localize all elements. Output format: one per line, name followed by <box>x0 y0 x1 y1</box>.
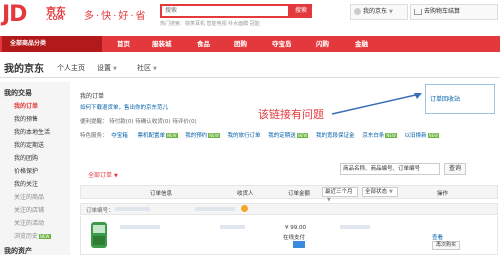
sidebar-item-follow-shops[interactable]: 关注的店铺 <box>14 205 44 214</box>
column-actions: 操作 <box>437 191 449 197</box>
subnav-settings-label: 设置 <box>97 64 111 72</box>
features-row: 特色服务： 夺宝箱 票机配置单 NEW 我的预约 NEW 我的旅行订单 我的定期送 N… <box>80 131 440 139</box>
payment-icon <box>293 241 305 248</box>
search-input[interactable] <box>162 6 288 16</box>
column-order-info: 订单信息 <box>150 191 173 197</box>
sidebar-item-scheduled[interactable]: 我的定期送 <box>14 140 44 149</box>
subnav-community-label: 社区 <box>137 64 151 72</box>
time-filter-value: 最近三个月 <box>325 189 353 195</box>
nav-item-flash[interactable]: 闪购 <box>316 36 329 52</box>
jd-logo[interactable]: JD 京东 .COM <box>2 2 82 27</box>
subnav-community[interactable]: 社区 ▼ <box>137 63 157 73</box>
nav-item-clothing[interactable]: 服装城 <box>152 36 172 52</box>
orders-title: 我的订单 <box>80 93 105 100</box>
time-filter-select[interactable]: 最近三个月▼ <box>322 187 358 203</box>
slogan: 多·快·好·省 <box>84 11 148 22</box>
order-amount: ¥ 99.00 <box>285 225 306 231</box>
column-amount: 订单金额 <box>288 191 311 197</box>
sidebar-item-price-protect[interactable]: 价格保护 <box>14 166 38 175</box>
annotation-arrow-icon <box>331 93 422 115</box>
user-icon <box>354 8 361 15</box>
order-search-input[interactable]: 商品名称、商品编号、订单编号 <box>340 163 440 175</box>
search-button[interactable]: 搜索 <box>290 4 312 18</box>
order-number-label: 订单编号： <box>86 208 114 214</box>
order-view-link[interactable]: 查看 <box>432 233 443 241</box>
sidebar-head-trade: 我的交易 <box>4 89 32 97</box>
new-badge: NEW <box>208 133 220 138</box>
my-jd-button[interactable]: 我的京东 ▼ <box>350 4 408 20</box>
feature-link[interactable]: 票机配置单 <box>138 133 166 139</box>
new-badge: NEW <box>385 133 397 138</box>
sidebar-item-follow-activities[interactable]: 关注的活动 <box>14 218 44 227</box>
new-badge: NEW <box>296 133 309 138</box>
sidebar-item-groupbuy[interactable]: 我的团购 <box>14 153 38 162</box>
order-recycle-bin-link[interactable]: 订单回收站 <box>430 94 460 103</box>
logo-com: .COM <box>46 15 64 22</box>
feature-link[interactable]: 我的预约 <box>185 133 207 139</box>
cart-icon <box>414 8 422 15</box>
status-filter-select[interactable]: 全部状态 ▼ <box>362 187 398 197</box>
subnav-settings[interactable]: 设置 ▼ <box>97 63 117 73</box>
feature-link[interactable]: 我的旅行订单 <box>228 133 261 139</box>
new-badge: NEW <box>427 133 440 138</box>
chevron-down-icon: ▼ <box>153 66 157 72</box>
hot-words[interactable]: 热门搜索：搞笑耳机 智能电视 补水面膜 冠能 <box>160 20 260 27</box>
nav-item-treasure[interactable]: 夺宝岛 <box>272 36 292 52</box>
orders-info-link[interactable]: 如何下载退货单，售出你的京东范儿 <box>80 103 168 111</box>
page-title: 我的京东 <box>4 64 44 75</box>
all-categories-button[interactable]: 全部商品分类 <box>2 36 102 52</box>
new-badge: NEW <box>39 234 51 239</box>
blurred-status <box>340 225 370 229</box>
feature-link[interactable]: 我的宽段保证金 <box>316 133 355 139</box>
sidebar-item-follow-products[interactable]: 关注的商品 <box>14 192 44 201</box>
cart-button[interactable]: 去购物车结算 <box>410 4 498 20</box>
features-label: 特色服务： <box>80 133 108 139</box>
nav-item-group[interactable]: 团购 <box>234 36 247 52</box>
feature-link[interactable]: 京东白条 <box>362 133 384 139</box>
buy-again-button[interactable]: 再次购买 <box>432 241 460 250</box>
payment-type: 在线支付 <box>283 235 306 241</box>
nav-item-home[interactable]: 首页 <box>117 36 130 52</box>
order-type-filter[interactable]: 全部订单 ▼ <box>88 170 118 179</box>
sidebar-item-follow[interactable]: 我的关注 <box>14 179 38 188</box>
chevron-down-icon: ▼ <box>389 189 393 195</box>
status-filter-value: 全部状态 <box>365 189 388 195</box>
blurred-recipient <box>220 225 245 229</box>
sidebar-head-assets: 我的资产 <box>4 247 32 255</box>
search-box[interactable] <box>160 4 290 18</box>
sidebar-item-presale[interactable]: 我的预售 <box>14 114 38 123</box>
blurred-product-name <box>120 225 160 229</box>
new-badge: NEW <box>166 133 178 138</box>
nav-item-food[interactable]: 食品 <box>197 36 210 52</box>
order-type-label: 全部订单 <box>88 172 113 179</box>
sidebar-item-history[interactable]: 浏览历史 NEW <box>14 231 51 240</box>
order-search-button[interactable]: 查询 <box>444 163 466 175</box>
cart-label: 去购物车结算 <box>424 8 461 15</box>
feature-link[interactable]: 夺宝箱 <box>111 133 128 139</box>
sidebar-item-history-label: 浏览历史 <box>14 233 39 240</box>
chevron-down-icon: ▼ <box>113 66 117 72</box>
subnav-home[interactable]: 个人主页 <box>57 63 85 73</box>
nav-item-finance[interactable]: 金融 <box>355 36 368 52</box>
chat-icon[interactable] <box>241 205 248 212</box>
chevron-down-icon: ▼ <box>389 9 393 15</box>
chevron-down-icon: ▼ <box>114 173 118 179</box>
column-recipient: 收货人 <box>237 191 254 197</box>
sidebar-item-local[interactable]: 我的本地生活 <box>14 127 50 136</box>
sidebar-item-orders[interactable]: 我的订单 <box>14 101 38 110</box>
my-jd-label: 我的京东 <box>363 8 388 15</box>
blurred-shop-name <box>195 207 235 211</box>
feature-link[interactable]: 以旧换新 <box>405 133 427 139</box>
annotation-text: 该链接有问题 <box>258 108 324 121</box>
feature-link[interactable]: 我的定期送 <box>268 133 296 139</box>
blurred-order-number <box>115 207 150 211</box>
reminders: 便利提醒： 待付款(0) 待确认收货(0) 待评价(0) <box>80 119 197 125</box>
product-image[interactable] <box>88 220 110 250</box>
logo-text: JD <box>2 2 27 27</box>
